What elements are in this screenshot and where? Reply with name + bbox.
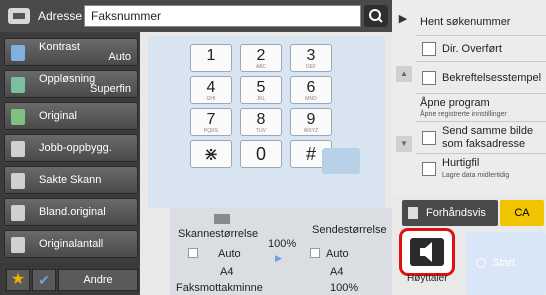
scan-size-icon [188, 248, 198, 258]
address-book-icon[interactable] [8, 8, 30, 24]
confirm-stamp-label: Bekreftelsesstempel [442, 72, 542, 84]
original-label: Original [39, 110, 77, 122]
fetch-number-label: Hent søkenummer [420, 16, 511, 28]
mixed-original-button[interactable]: Bland.original [4, 198, 138, 226]
check-icon[interactable]: ✔ [32, 269, 56, 291]
speaker-label: Høyttaler [407, 273, 448, 284]
scan-size-value: Auto [218, 248, 241, 260]
direct-transfer-item[interactable]: Dir. Overført [416, 36, 546, 62]
open-program-label: Åpne program [420, 97, 490, 109]
scanner-icon [214, 214, 230, 224]
address-label: Adresse [38, 9, 83, 23]
resolution-value: Superfin [90, 83, 131, 95]
scan-info-panel: Skannestørrelse Sendestørrelse 100% Auto… [170, 208, 392, 295]
direct-transfer-checkbox[interactable] [422, 42, 436, 56]
slow-scan-label: Sakte Skann [39, 174, 102, 186]
key-star[interactable]: ⋇ [190, 140, 232, 168]
original-count-label: Originalantall [39, 238, 104, 250]
ca-button[interactable]: CA [500, 200, 544, 226]
quick-file-sub: Lagre data midlertidig [442, 172, 510, 179]
resolution-button[interactable]: Oppløsning Superfin [4, 70, 138, 98]
contrast-icon [11, 45, 25, 61]
mixed-original-icon [11, 205, 25, 221]
start-icon [476, 258, 486, 268]
original-count-icon [11, 237, 25, 253]
original-button[interactable]: Original [4, 102, 138, 130]
job-build-label: Jobb-oppbygg. [39, 142, 112, 154]
contrast-button[interactable]: Kontrast Auto [4, 38, 138, 66]
scan-size-label: Skannestørrelse [178, 228, 259, 240]
key-5[interactable]: 5 JKL [240, 76, 282, 104]
search-button[interactable] [364, 5, 388, 27]
preview-icon [408, 207, 418, 219]
scroll-down-icon[interactable]: ▼ [396, 136, 412, 152]
clear-button[interactable] [322, 148, 360, 174]
send-size-icon [310, 248, 320, 258]
mixed-original-label: Bland.original [39, 206, 106, 218]
send-size-label: Sendestørrelse [312, 224, 387, 236]
start-button[interactable]: Start [466, 232, 546, 295]
key-2[interactable]: 2 ABC [240, 44, 282, 72]
key-9[interactable]: 9 WXYZ [290, 108, 332, 136]
contrast-label: Kontrast [39, 41, 80, 53]
contrast-value: Auto [108, 51, 131, 63]
confirm-stamp-item[interactable]: Bekreftelsesstempel [416, 62, 546, 94]
same-image-checkbox[interactable] [422, 131, 436, 145]
key-7[interactable]: 7 PQRS [190, 108, 232, 136]
bottom-toolbar: ★ ✔ Andre [0, 263, 140, 295]
quick-file-checkbox[interactable] [422, 162, 436, 176]
key-1[interactable]: 1 [190, 44, 232, 72]
key-4[interactable]: 4 GHI [190, 76, 232, 104]
star-icon[interactable]: ★ [6, 269, 30, 291]
resolution-label: Oppløsning [39, 73, 96, 85]
speaker-button[interactable] [399, 228, 455, 276]
fax-number-input[interactable]: Faksnummer [84, 5, 361, 27]
job-build-button[interactable]: Jobb-oppbygg. [4, 134, 138, 162]
send-paper-size: A4 [330, 266, 344, 278]
keypad-area: 1 2 ABC 3 DEF 4 GHI 5 JKL 6 MNO 7 PQRS 8 TUV 9W… [148, 36, 385, 208]
search-icon [369, 9, 383, 23]
start-label: Start [492, 257, 516, 269]
open-program-item[interactable]: Åpne program Åpne registrerte innstillin… [416, 94, 546, 122]
speaker-icon [410, 238, 444, 266]
preview-label: Forhåndsvis [426, 207, 486, 219]
ratio-value: 100% [268, 238, 297, 250]
slow-scan-button[interactable]: Sakte Skann [4, 166, 138, 194]
same-image-item[interactable]: Send samme bilde som faksadresse [416, 122, 546, 154]
key-6[interactable]: 6 MNO [290, 76, 332, 104]
fax-memory-label: Faksmottakminne [176, 282, 263, 294]
key-8[interactable]: 8 TUV [240, 108, 282, 136]
address-bar: Adresse Faksnummer [0, 0, 392, 32]
send-size-value: Auto [326, 248, 349, 260]
scroll-up-icon[interactable]: ▲ [396, 66, 412, 82]
left-panel: Kontrast Auto Oppløsning Superfin Origin… [0, 32, 140, 295]
resolution-icon [11, 77, 25, 93]
original-icon [11, 109, 25, 125]
key-0[interactable]: 0 [240, 140, 282, 168]
others-button[interactable]: Andre [58, 269, 138, 291]
direct-transfer-label: Dir. Overført [442, 43, 502, 55]
preview-button[interactable]: Forhåndsvis [402, 200, 498, 226]
fetch-number-item[interactable]: Hent søkenummer [416, 10, 546, 36]
fax-memory-value: 100% [330, 282, 359, 294]
open-program-sub: Åpne registrerte innstillinger [420, 111, 507, 118]
quick-file-item[interactable]: Hurtigfil Lagre data midlertidig [416, 154, 546, 184]
collapse-arrow-icon[interactable]: ▶ [392, 8, 414, 30]
original-count-button[interactable]: Originalantall [4, 230, 138, 258]
slow-scan-icon [11, 173, 25, 189]
arrow-icon: ▶ [275, 253, 282, 263]
quick-file-label: Hurtigfil [442, 157, 480, 169]
confirm-stamp-checkbox[interactable] [422, 71, 436, 85]
scan-paper-size: A4 [220, 266, 234, 278]
same-image-label: Send samme bilde som faksadresse [442, 125, 534, 150]
job-build-icon [11, 141, 25, 157]
key-3[interactable]: 3 DEF [290, 44, 332, 72]
